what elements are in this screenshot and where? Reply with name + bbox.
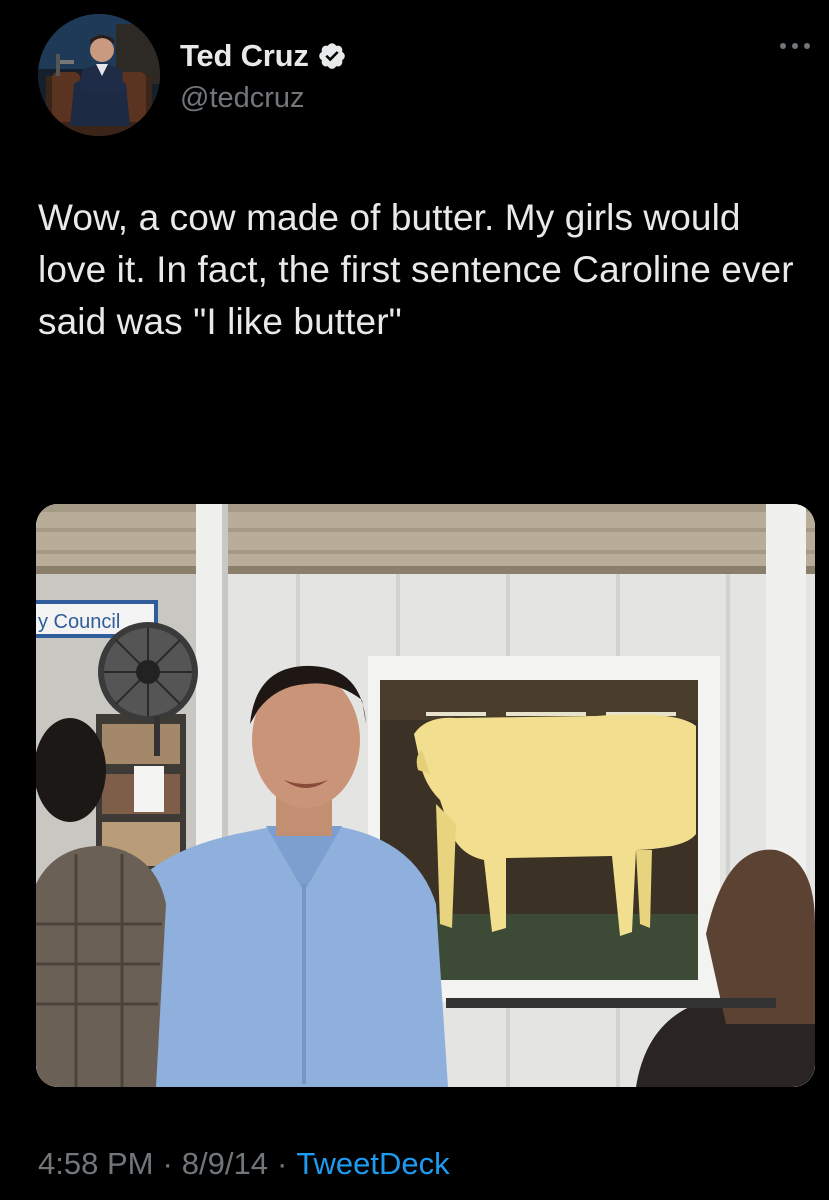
author-avatar[interactable] <box>38 14 160 136</box>
photo-sign-text: y Council <box>38 611 120 633</box>
meta-separator-2: · <box>276 1146 288 1181</box>
tweet-time[interactable]: 4:58 PM <box>38 1146 153 1181</box>
verified-badge-icon <box>317 41 347 71</box>
author-handle[interactable]: @tedcruz <box>180 82 305 115</box>
tweet-photo[interactable]: y Council <box>36 504 815 1087</box>
author-display-name: Ted Cruz <box>180 38 309 73</box>
tweet-text: Wow, a cow made of butter. My girls woul… <box>38 197 794 342</box>
tweet-date[interactable]: 8/9/14 <box>182 1146 268 1181</box>
meta-separator: · <box>162 1146 173 1181</box>
tweet-source-link[interactable]: TweetDeck <box>296 1146 449 1181</box>
tweet-meta: 4:58 PM · 8/9/14 · TweetDeck <box>38 1146 450 1182</box>
avatar-image <box>38 14 160 136</box>
more-dots-icon[interactable] <box>775 34 815 58</box>
tweet-detail: Ted Cruz @tedcruz Wow, a cow made of but… <box>0 0 829 1200</box>
photo-scene: y Council <box>36 504 815 1087</box>
author-name-row[interactable]: Ted Cruz <box>180 38 347 74</box>
